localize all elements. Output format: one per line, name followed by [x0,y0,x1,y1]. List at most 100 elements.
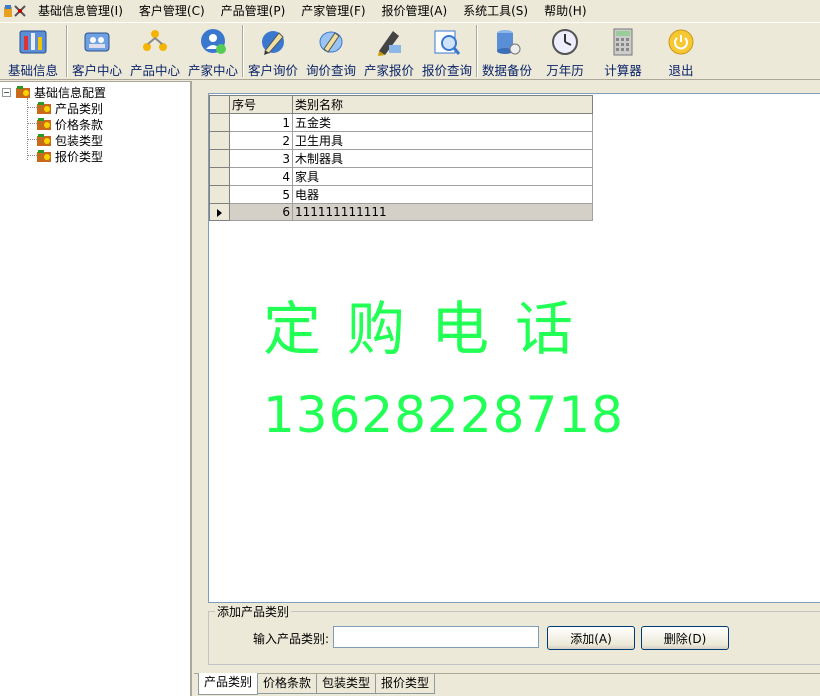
cell-name[interactable]: 111111111111 [292,203,593,221]
manufacturer-center-icon [196,26,230,57]
config-tree: − 基础信息配置 产品类别 价格条款 包装类型 报价类型 [0,81,192,696]
toolbar-label: 万年历 [546,63,584,78]
tree-collapse-icon[interactable]: − [2,87,11,97]
toolbar-label: 客户询价 [247,63,298,78]
category-icon [36,133,52,148]
toolbar-quote-query-button[interactable]: 报价查询 [418,23,476,79]
menu-quote[interactable]: 报价管理(A) [374,1,456,21]
menu-system-tools[interactable]: 系统工具(S) [455,1,536,21]
add-button[interactable]: 添加(A) [547,626,635,650]
menu-bar: 基础信息管理(I) 客户管理(C) 产品管理(P) 产家管理(F) 报价管理(A… [0,0,820,22]
manufacturer-quote-icon [372,26,406,57]
toolbar-label: 询价查询 [305,63,356,78]
toolbar-manufacturer-center-button[interactable]: 产家中心 [184,23,242,79]
row-selector[interactable] [209,113,230,132]
app-icon [2,2,30,20]
cell-name[interactable]: 家具 [292,167,593,186]
tab-quote-type[interactable]: 报价类型 [375,674,436,694]
table-row[interactable]: 4 家具 [209,167,593,186]
inquiry-query-icon [314,26,348,57]
row-selector[interactable] [209,185,230,204]
toolbar-calendar-button[interactable]: 万年历 [536,23,594,79]
main-panel: 序号 类别名称 1 五金类 2 卫生用具 3 木制器具 4 家具 5 电器 6 11111111111… [194,81,820,673]
tab-product-category[interactable]: 产品类别 [198,673,259,695]
current-row-arrow-icon [217,208,222,217]
cell-id[interactable]: 2 [229,131,293,150]
tree-item-label: 报价类型 [55,149,104,164]
row-selector[interactable] [209,167,230,186]
table-row[interactable]: 6 111111111111 [209,203,593,221]
menu-product[interactable]: 产品管理(P) [213,1,294,21]
table-row[interactable]: 2 卫生用具 [209,131,593,150]
customer-inquiry-icon [256,26,290,57]
column-header-id[interactable]: 序号 [229,95,293,114]
tree-root-node[interactable]: − 基础信息配置 [2,84,106,100]
add-category-group: 添加产品类别 输入产品类别: 添加(A) 删除(D) [208,603,820,665]
tree-item-quote-type[interactable]: 报价类型 [36,148,103,164]
toolbar-customer-center-button[interactable]: 客户中心 [68,23,126,79]
toolbar-inquiry-query-button[interactable]: 询价查询 [302,23,360,79]
category-icon [36,101,52,116]
row-selector[interactable] [209,131,230,150]
tree-item-price-terms[interactable]: 价格条款 [36,116,103,132]
group-title: 添加产品类别 [215,603,292,620]
folder-icon [15,85,31,100]
toolbar-basic-info-button[interactable]: 基础信息 [0,23,66,79]
cell-name[interactable]: 木制器具 [292,149,593,168]
tree-item-label: 价格条款 [55,117,104,132]
toolbar-label: 数据备份 [481,63,532,78]
menu-manufacturer[interactable]: 产家管理(F) [293,1,373,21]
database-backup-icon [490,26,524,57]
column-header-name[interactable]: 类别名称 [292,95,593,114]
cell-id[interactable]: 5 [229,185,293,204]
clock-icon [548,26,582,57]
category-icon [36,117,52,132]
tree-item-package-type[interactable]: 包装类型 [36,132,103,148]
toolbar: 基础信息 客户中心 产品中心 产家中心 客户询价 询价查询 产家报价 报价查询 … [0,22,820,80]
category-table: 序号 类别名称 1 五金类 2 卫生用具 3 木制器具 4 家具 5 电器 6 11111111111… [209,95,593,221]
tree-root-label: 基础信息配置 [34,85,107,100]
toolbar-label: 产品中心 [129,63,180,78]
tab-price-terms[interactable]: 价格条款 [257,674,318,694]
tab-package-type[interactable]: 包装类型 [316,674,377,694]
cell-name[interactable]: 电器 [292,185,593,204]
toolbar-label: 产家报价 [363,63,414,78]
cell-id[interactable]: 4 [229,167,293,186]
toolbar-data-backup-button[interactable]: 数据备份 [478,23,536,79]
watermark-phone-label: 定购电话 [263,295,600,363]
cell-id[interactable]: 3 [229,149,293,168]
calculator-icon [606,26,640,57]
toolbar-label: 基础信息 [7,63,58,78]
row-selector[interactable] [209,149,230,168]
cell-name[interactable]: 卫生用具 [292,131,593,150]
cell-id[interactable]: 6 [229,203,293,221]
tree-item-product-category[interactable]: 产品类别 [36,100,103,116]
product-center-icon [138,26,172,57]
menu-help[interactable]: 帮助(H) [536,1,594,21]
power-icon [664,26,698,57]
toolbar-calculator-button[interactable]: 计算器 [594,23,652,79]
toolbar-customer-inquiry-button[interactable]: 客户询价 [244,23,302,79]
toolbar-label: 退出 [668,63,694,78]
delete-button[interactable]: 删除(D) [641,626,729,650]
toolbar-label: 产家中心 [187,63,238,78]
category-input[interactable] [333,626,539,648]
menu-basic-info[interactable]: 基础信息管理(I) [30,1,131,21]
table-row[interactable]: 1 五金类 [209,113,593,132]
toolbar-product-center-button[interactable]: 产品中心 [126,23,184,79]
menu-customer[interactable]: 客户管理(C) [131,1,213,21]
cell-name[interactable]: 五金类 [292,113,593,132]
quote-query-icon [430,26,464,57]
toolbar-label: 报价查询 [421,63,472,78]
toolbar-manufacturer-quote-button[interactable]: 产家报价 [360,23,418,79]
row-header-corner[interactable] [209,95,230,114]
tree-item-label: 产品类别 [55,101,104,116]
row-selector[interactable] [209,203,230,221]
toolbar-exit-button[interactable]: 退出 [652,23,710,79]
table-row[interactable]: 3 木制器具 [209,149,593,168]
cell-id[interactable]: 1 [229,113,293,132]
toolbar-label: 计算器 [604,63,642,78]
table-row[interactable]: 5 电器 [209,185,593,204]
data-grid[interactable]: 序号 类别名称 1 五金类 2 卫生用具 3 木制器具 4 家具 5 电器 6 11111111111… [208,93,820,603]
toolbar-label: 客户中心 [71,63,122,78]
